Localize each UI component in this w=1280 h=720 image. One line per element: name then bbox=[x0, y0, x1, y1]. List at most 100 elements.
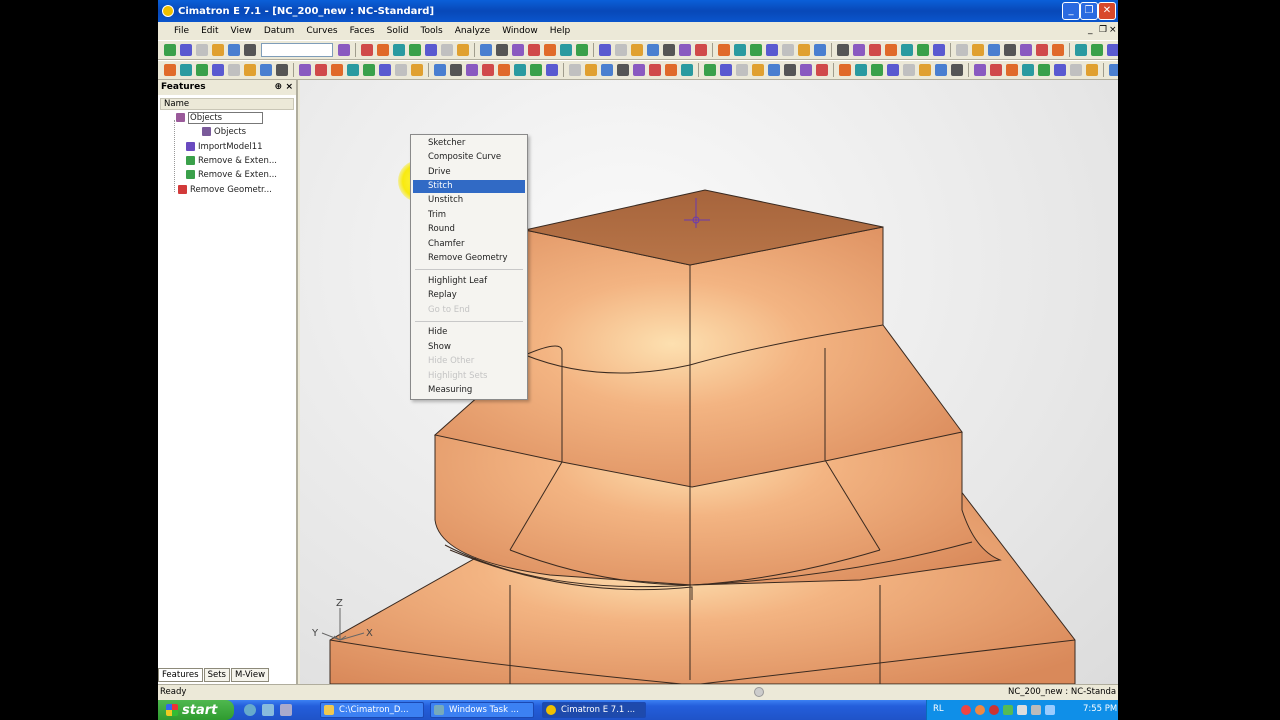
tree-item[interactable]: Remove & Exten... bbox=[186, 154, 277, 167]
toolbar-button-icon[interactable] bbox=[514, 64, 526, 76]
toolbar-button-icon[interactable] bbox=[768, 64, 780, 76]
toolbar-button-icon[interactable] bbox=[933, 44, 945, 56]
toolbar-button-icon[interactable] bbox=[935, 64, 947, 76]
quicklaunch-desktop-icon[interactable] bbox=[262, 704, 274, 716]
toolbar-button-icon[interactable] bbox=[498, 64, 510, 76]
toolbar-button-icon[interactable] bbox=[917, 44, 929, 56]
toolbar-button-icon[interactable] bbox=[164, 44, 176, 56]
toolbar-button-icon[interactable] bbox=[871, 64, 883, 76]
toolbar-button-icon[interactable] bbox=[599, 44, 611, 56]
toolbar-combo[interactable] bbox=[261, 43, 333, 57]
toolbar-button-icon[interactable] bbox=[887, 64, 899, 76]
ctx-item-remove-geometry[interactable]: Remove Geometry bbox=[413, 252, 525, 265]
tray-icon[interactable] bbox=[1045, 705, 1055, 715]
toolbar-button-icon[interactable] bbox=[466, 64, 478, 76]
toolbar-button-icon[interactable] bbox=[338, 44, 350, 56]
toolbar-button-icon[interactable] bbox=[1075, 44, 1087, 56]
mdi-close-button[interactable]: × bbox=[1109, 25, 1117, 35]
toolbar-button-icon[interactable] bbox=[496, 44, 508, 56]
ctx-item-chamfer[interactable]: Chamfer bbox=[413, 238, 525, 251]
toolbar-button-icon[interactable] bbox=[951, 64, 963, 76]
tray-icon[interactable] bbox=[989, 705, 999, 715]
toolbar-button-icon[interactable] bbox=[512, 44, 524, 56]
toolbar-button-icon[interactable] bbox=[560, 44, 572, 56]
tray-icon[interactable] bbox=[1017, 705, 1027, 715]
toolbar-button-icon[interactable] bbox=[782, 44, 794, 56]
toolbar-button-icon[interactable] bbox=[885, 44, 897, 56]
toolbar-button-icon[interactable] bbox=[363, 64, 375, 76]
toolbar-button-icon[interactable] bbox=[736, 64, 748, 76]
toolbar-button-icon[interactable] bbox=[631, 44, 643, 56]
language-indicator[interactable]: RL bbox=[933, 704, 944, 714]
ctx-item-measuring[interactable]: Measuring bbox=[413, 384, 525, 397]
toolbar-button-icon[interactable] bbox=[331, 64, 343, 76]
ctx-item-composite-curve[interactable]: Composite Curve bbox=[413, 151, 525, 164]
ctx-item-highlight-leaf[interactable]: Highlight Leaf bbox=[413, 275, 525, 288]
toolbar-button-icon[interactable] bbox=[411, 64, 423, 76]
task-button-task-manager[interactable]: Windows Task ... bbox=[430, 702, 534, 718]
toolbar-button-icon[interactable] bbox=[601, 64, 613, 76]
ctx-item-hide[interactable]: Hide bbox=[413, 326, 525, 339]
menu-help[interactable]: Help bbox=[544, 26, 577, 36]
toolbar-button-icon[interactable] bbox=[814, 44, 826, 56]
toolbar-button-icon[interactable] bbox=[260, 64, 272, 76]
toolbar-button-icon[interactable] bbox=[1052, 44, 1064, 56]
toolbar-button-icon[interactable] bbox=[663, 44, 675, 56]
toolbar-button-icon[interactable] bbox=[347, 64, 359, 76]
menu-analyze[interactable]: Analyze bbox=[449, 26, 496, 36]
toolbar-button-icon[interactable] bbox=[393, 44, 405, 56]
toolbar-button-icon[interactable] bbox=[681, 64, 693, 76]
toolbar-button-icon[interactable] bbox=[649, 64, 661, 76]
ctx-item-show[interactable]: Show bbox=[413, 341, 525, 354]
ctx-item-round[interactable]: Round bbox=[413, 223, 525, 236]
toolbar-button-icon[interactable] bbox=[569, 64, 581, 76]
toolbar-button-icon[interactable] bbox=[425, 44, 437, 56]
toolbar-button-icon[interactable] bbox=[784, 64, 796, 76]
toolbar-button-icon[interactable] bbox=[196, 44, 208, 56]
tray-icon[interactable] bbox=[1003, 705, 1013, 715]
toolbar-button-icon[interactable] bbox=[276, 64, 288, 76]
toolbar-button-icon[interactable] bbox=[1022, 64, 1034, 76]
toolbar-button-icon[interactable] bbox=[853, 44, 865, 56]
toolbar-button-icon[interactable] bbox=[695, 44, 707, 56]
menu-curves[interactable]: Curves bbox=[300, 26, 343, 36]
toolbar-button-icon[interactable] bbox=[837, 44, 849, 56]
toolbar-button-icon[interactable] bbox=[647, 44, 659, 56]
mdi-minimize-button[interactable]: _ bbox=[1088, 25, 1093, 35]
toolbar-button-icon[interactable] bbox=[361, 44, 373, 56]
ctx-item-sketcher[interactable]: Sketcher bbox=[413, 137, 525, 150]
toolbar-button-icon[interactable] bbox=[457, 44, 469, 56]
toolbar-button-icon[interactable] bbox=[839, 64, 851, 76]
menu-view[interactable]: View bbox=[225, 26, 258, 36]
tree-item[interactable]: Objects bbox=[176, 111, 264, 124]
ctx-item-drive[interactable]: Drive bbox=[413, 166, 525, 179]
title-bar[interactable]: Cimatron E 7.1 - [NC_200_new : NC-Standa… bbox=[158, 0, 1118, 22]
menu-tools[interactable]: Tools bbox=[415, 26, 449, 36]
menu-window[interactable]: Window bbox=[496, 26, 544, 36]
ctx-item-trim[interactable]: Trim bbox=[413, 209, 525, 222]
toolbar-button-icon[interactable] bbox=[901, 44, 913, 56]
toolbar-button-icon[interactable] bbox=[720, 64, 732, 76]
toolbar-button-icon[interactable] bbox=[800, 64, 812, 76]
task-button-cimatron[interactable]: Cimatron E 7.1 ... bbox=[542, 702, 646, 718]
toolbar-button-icon[interactable] bbox=[196, 64, 208, 76]
toolbar-button-icon[interactable] bbox=[395, 64, 407, 76]
tab-sets[interactable]: Sets bbox=[203, 668, 230, 682]
toolbar-button-icon[interactable] bbox=[704, 64, 716, 76]
toolbar-button-icon[interactable] bbox=[1006, 64, 1018, 76]
tab-m-view[interactable]: M-View bbox=[230, 668, 270, 682]
toolbar-button-icon[interactable] bbox=[212, 44, 224, 56]
toolbar-button-icon[interactable] bbox=[816, 64, 828, 76]
menu-file[interactable]: File bbox=[168, 26, 195, 36]
name-column-header[interactable]: Name bbox=[160, 98, 294, 110]
toolbar-button-icon[interactable] bbox=[1054, 64, 1066, 76]
toolbar-button-icon[interactable] bbox=[1107, 44, 1118, 56]
pin-icon[interactable]: ⊕ bbox=[274, 82, 282, 92]
toolbar-button-icon[interactable] bbox=[530, 64, 542, 76]
clock[interactable]: 7:55 PM bbox=[1083, 704, 1117, 714]
toolbar-button-icon[interactable] bbox=[528, 44, 540, 56]
toolbar-button-icon[interactable] bbox=[482, 64, 494, 76]
toolbar-button-icon[interactable] bbox=[750, 44, 762, 56]
toolbar-button-icon[interactable] bbox=[576, 44, 588, 56]
toolbar-button-icon[interactable] bbox=[855, 64, 867, 76]
